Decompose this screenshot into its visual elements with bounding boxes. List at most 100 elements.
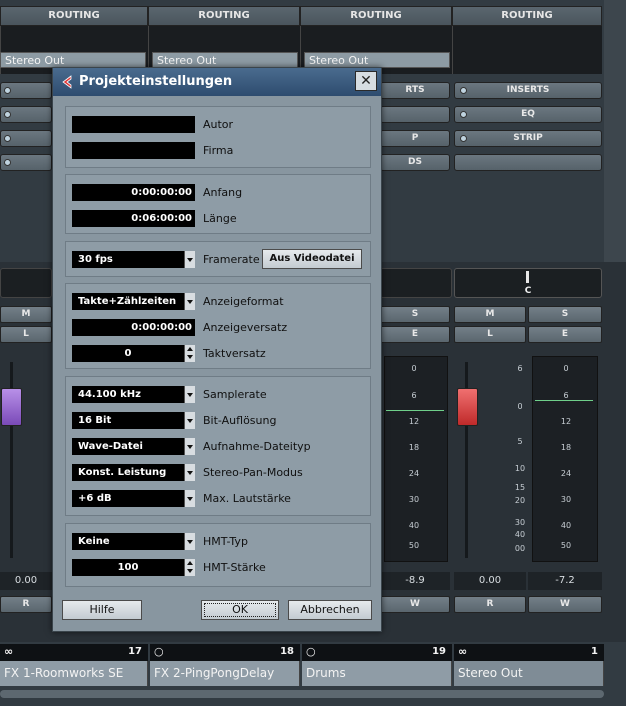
samplerate-value: 44.100 kHz bbox=[78, 389, 141, 400]
meter-peak-line-3 bbox=[386, 410, 444, 411]
bit-depth-dropdown[interactable]: 16 Bit bbox=[72, 412, 195, 429]
record-circle-icon[interactable]: ○ bbox=[154, 645, 164, 658]
author-group: Autor Firma bbox=[65, 106, 371, 168]
vertical-scrollbar[interactable] bbox=[604, 0, 626, 262]
listen-button-4[interactable]: L bbox=[454, 326, 526, 343]
help-button[interactable]: Hilfe bbox=[62, 600, 142, 620]
length-field[interactable]: 0:06:00:00 bbox=[72, 210, 195, 227]
output-routing-2[interactable]: Stereo Out bbox=[152, 52, 298, 68]
max-volume-dropdown[interactable]: +6 dB bbox=[72, 490, 195, 507]
chevron-down-icon[interactable] bbox=[184, 490, 195, 507]
fader-handle-1[interactable] bbox=[1, 388, 22, 426]
solo-button-4[interactable]: S bbox=[528, 306, 602, 323]
fader-scale-label: 0 bbox=[517, 402, 523, 411]
meter-scale-label: 0 bbox=[563, 364, 569, 373]
fader-handle-4[interactable] bbox=[457, 388, 478, 426]
hmt-type-label: HMT-Typ bbox=[203, 535, 248, 548]
channel-name-1[interactable]: FX 1-Roomworks SE bbox=[0, 661, 148, 686]
chevron-down-icon[interactable] bbox=[184, 412, 195, 429]
strip-button-3[interactable]: P bbox=[380, 130, 450, 147]
chevron-down-icon[interactable] bbox=[184, 293, 195, 310]
inserts-led-1[interactable] bbox=[4, 87, 11, 94]
edit-button-4[interactable]: E bbox=[528, 326, 602, 343]
hmt-strength-stepper[interactable]: 100 bbox=[72, 559, 195, 576]
fader-value-4[interactable]: 0.00 bbox=[454, 572, 526, 590]
spin-arrows-icon[interactable] bbox=[184, 559, 195, 576]
meter-scale-label: 0 bbox=[411, 364, 417, 373]
channel-name-2[interactable]: FX 2-PingPongDelay bbox=[150, 661, 300, 686]
dialog-titlebar[interactable]: Projekteinstellungen ✕ bbox=[53, 68, 381, 96]
fader-value-1[interactable]: 0.00 bbox=[0, 572, 52, 590]
routing-header-4[interactable]: ROUTING bbox=[452, 6, 602, 26]
write-button-4[interactable]: W bbox=[528, 596, 602, 613]
bit-depth-label: Bit-Auflösung bbox=[203, 414, 277, 427]
strip-led-1[interactable] bbox=[4, 135, 11, 142]
meter-peak-value-4[interactable]: -7.2 bbox=[528, 572, 602, 590]
chevron-down-icon[interactable] bbox=[184, 533, 195, 550]
sends-button-4[interactable] bbox=[454, 154, 602, 171]
inserts-button-4[interactable]: INSERTS bbox=[454, 82, 602, 99]
company-field[interactable] bbox=[72, 142, 195, 159]
close-icon[interactable]: ✕ bbox=[355, 71, 377, 91]
routing-header-1[interactable]: ROUTING bbox=[0, 6, 148, 26]
output-routing-3[interactable]: Stereo Out bbox=[304, 52, 450, 68]
solo-button-3[interactable]: S bbox=[380, 306, 450, 323]
inserts-button-3[interactable]: RTS bbox=[380, 82, 450, 99]
strip-button-4[interactable]: STRIP bbox=[454, 130, 602, 147]
eq-led-1[interactable] bbox=[4, 111, 11, 118]
display-format-dropdown[interactable]: Takte+Zählzeiten bbox=[72, 293, 195, 310]
sends-led-1[interactable] bbox=[4, 159, 11, 166]
framerate-label: Framerate bbox=[203, 253, 260, 266]
eq-button-3[interactable] bbox=[380, 106, 450, 123]
output-routing-1[interactable]: Stereo Out bbox=[0, 52, 146, 68]
chevron-down-icon[interactable] bbox=[184, 251, 195, 268]
pan-indicator-4 bbox=[526, 271, 529, 283]
hmt-type-value: Keine bbox=[78, 536, 110, 547]
inserts-led-4[interactable] bbox=[460, 87, 467, 94]
channel-name-4[interactable]: Stereo Out bbox=[454, 661, 604, 686]
chevron-down-icon[interactable] bbox=[184, 386, 195, 403]
chevron-down-icon[interactable] bbox=[184, 438, 195, 455]
cancel-button[interactable]: Abbrechen bbox=[288, 600, 372, 620]
edit-button-3[interactable]: E bbox=[380, 326, 450, 343]
horizontal-scrollbar[interactable] bbox=[0, 690, 604, 698]
link-icon[interactable]: ∞ bbox=[4, 645, 13, 658]
read-button-1[interactable]: R bbox=[0, 596, 52, 613]
display-offset-field[interactable]: 0:00:00:00 bbox=[72, 319, 195, 336]
stereo-pan-mode-dropdown[interactable]: Konst. Leistung bbox=[72, 464, 195, 481]
record-circle-icon[interactable]: ○ bbox=[306, 645, 316, 658]
link-icon[interactable]: ∞ bbox=[458, 645, 467, 658]
fader-scale-label: 00 bbox=[514, 544, 526, 553]
start-field[interactable]: 0:00:00:00 bbox=[72, 184, 195, 201]
meter-peak-value-3[interactable]: -8.9 bbox=[380, 572, 450, 590]
listen-button-1[interactable]: L bbox=[0, 326, 52, 343]
pan-control-1[interactable] bbox=[0, 268, 52, 298]
framerate-dropdown[interactable]: 30 fps bbox=[72, 251, 195, 268]
display-offset-label: Anzeigeversatz bbox=[203, 321, 288, 334]
eq-led-4[interactable] bbox=[460, 111, 467, 118]
sends-button-3[interactable]: DS bbox=[380, 154, 450, 171]
chevron-down-icon[interactable] bbox=[184, 464, 195, 481]
author-field[interactable] bbox=[72, 116, 195, 133]
stereo-pan-mode-label: Stereo-Pan-Modus bbox=[203, 466, 303, 479]
write-button-3[interactable]: W bbox=[380, 596, 450, 613]
mute-button-1[interactable]: M bbox=[0, 306, 52, 323]
strip-led-4[interactable] bbox=[460, 135, 467, 142]
spin-arrows-icon[interactable] bbox=[184, 345, 195, 362]
channel-name-3[interactable]: Drums bbox=[302, 661, 452, 686]
eq-button-4[interactable]: EQ bbox=[454, 106, 602, 123]
pan-control-3[interactable] bbox=[380, 268, 452, 298]
samplerate-dropdown[interactable]: 44.100 kHz bbox=[72, 386, 195, 403]
from-video-file-button[interactable]: Aus Videodatei bbox=[262, 249, 362, 269]
bar-offset-stepper[interactable]: 0 bbox=[72, 345, 195, 362]
read-button-4[interactable]: R bbox=[454, 596, 526, 613]
project-settings-dialog: Projekteinstellungen ✕ Autor Firma 0:00:… bbox=[52, 67, 382, 632]
record-file-type-dropdown[interactable]: Wave-Datei bbox=[72, 438, 195, 455]
mute-button-4[interactable]: M bbox=[454, 306, 526, 323]
hmt-type-dropdown[interactable]: Keine bbox=[72, 533, 195, 550]
routing-header-2[interactable]: ROUTING bbox=[148, 6, 300, 26]
routing-header-3[interactable]: ROUTING bbox=[300, 6, 452, 26]
ok-button[interactable]: OK bbox=[201, 600, 279, 620]
fader-scale-label: 40 bbox=[514, 530, 526, 539]
meter-scale-label: 40 bbox=[560, 521, 572, 530]
